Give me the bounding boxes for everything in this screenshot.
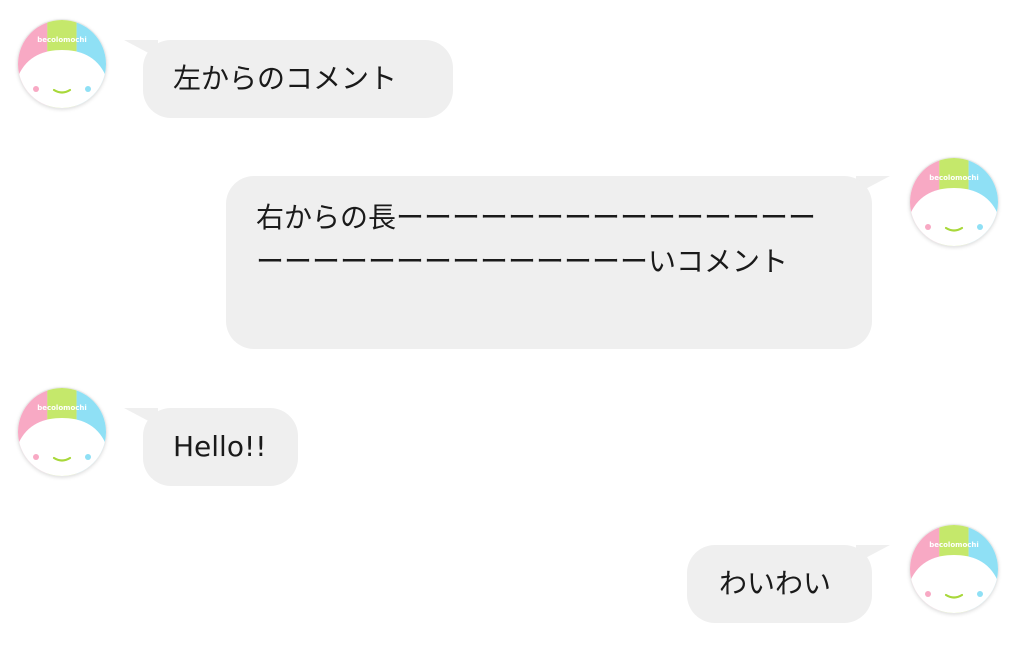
message-text: Hello!! xyxy=(173,430,267,463)
avatar[interactable]: becolomochi xyxy=(18,388,106,476)
message-bubble-left[interactable]: 左からのコメント xyxy=(143,40,453,118)
avatar[interactable]: becolomochi xyxy=(18,20,106,108)
message-text: 左からのコメント xyxy=(173,62,398,95)
svg-text:becolomochi: becolomochi xyxy=(37,36,87,44)
message-bubble-right[interactable]: わいわい xyxy=(687,545,872,623)
message-text: 右からの長ーーーーーーーーーーーーーーーーーーーーーーーーーーーーーいコメント xyxy=(256,201,817,278)
becolomochi-mochi-face-icon: becolomochi xyxy=(910,158,998,246)
becolomochi-mochi-face-icon: becolomochi xyxy=(18,20,106,108)
svg-text:becolomochi: becolomochi xyxy=(929,174,979,182)
avatar[interactable]: becolomochi xyxy=(910,158,998,246)
becolomochi-mochi-face-icon: becolomochi xyxy=(910,525,998,613)
becolomochi-mochi-face-icon: becolomochi xyxy=(18,388,106,476)
svg-text:becolomochi: becolomochi xyxy=(37,404,87,412)
svg-text:becolomochi: becolomochi xyxy=(929,541,979,549)
message-bubble-right[interactable]: 右からの長ーーーーーーーーーーーーーーーーーーーーーーーーーーーーーいコメント xyxy=(226,176,872,349)
avatar[interactable]: becolomochi xyxy=(910,525,998,613)
message-text: わいわい xyxy=(719,567,832,600)
message-bubble-left[interactable]: Hello!! xyxy=(143,408,298,486)
